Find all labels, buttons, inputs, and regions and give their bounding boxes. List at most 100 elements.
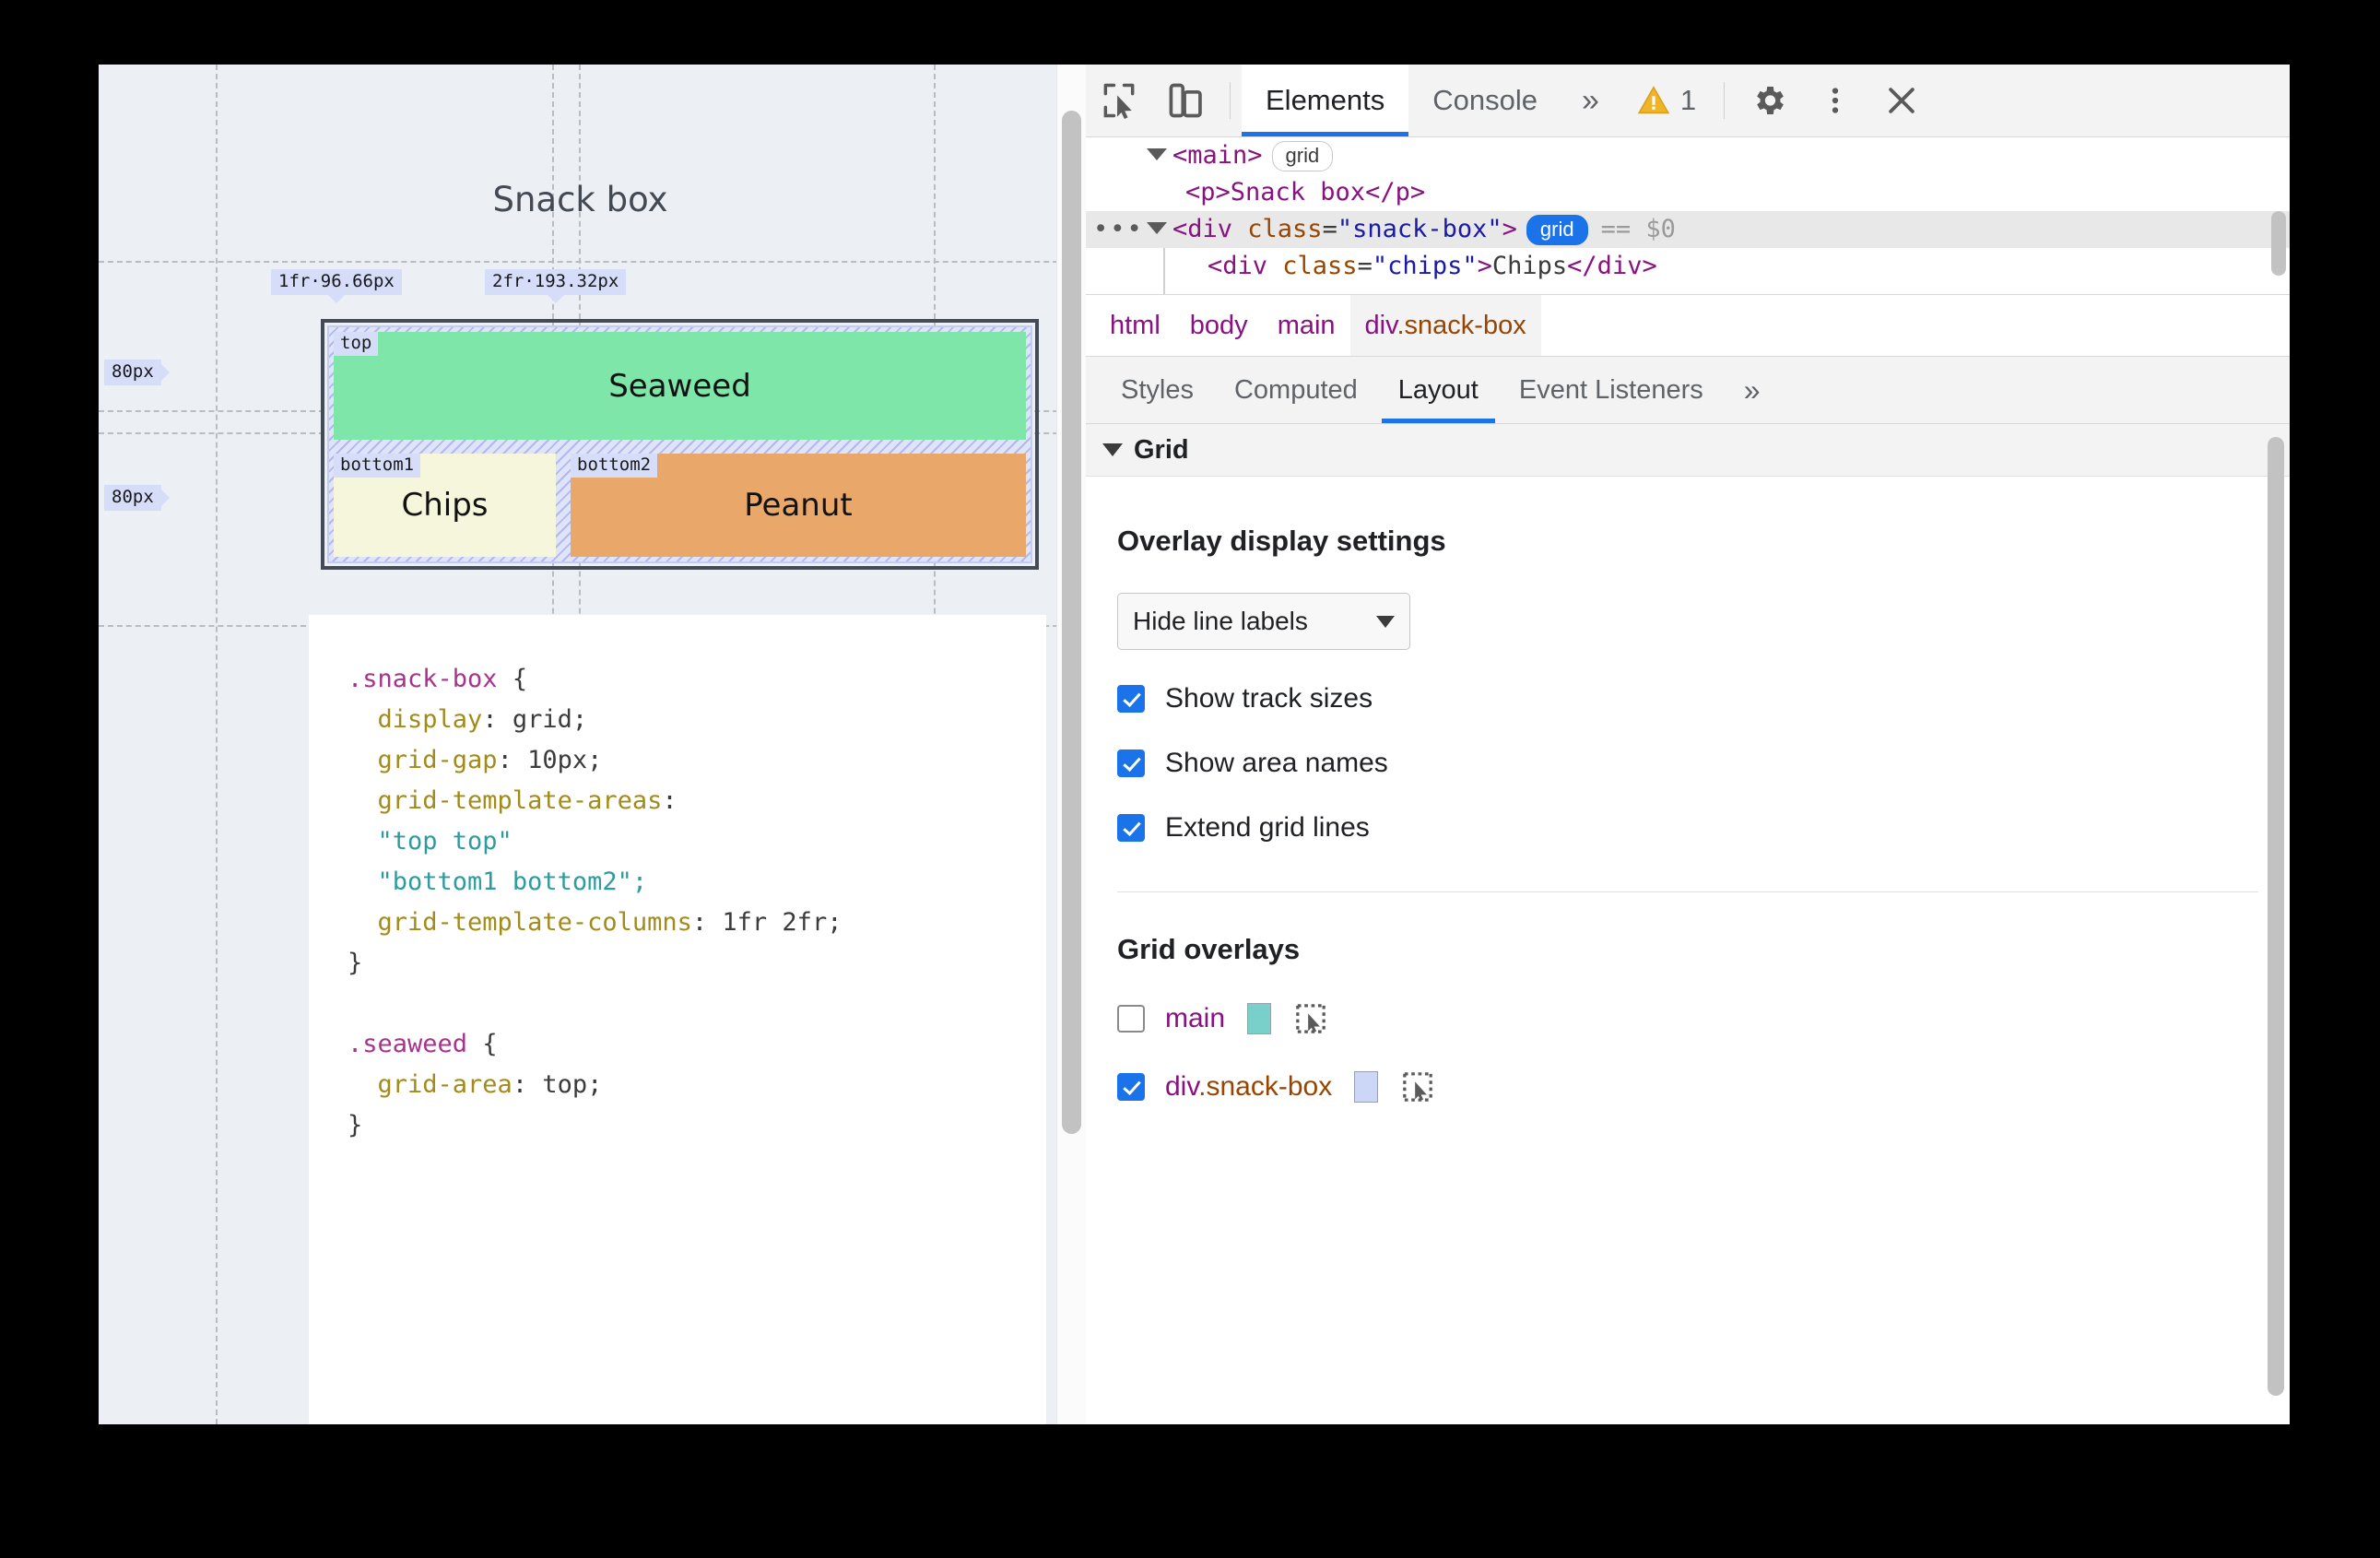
sidebar-tabs: Styles Computed Layout Event Listeners » [1086, 357, 2290, 424]
tab-console[interactable]: Console [1408, 65, 1561, 136]
breadcrumb-item-main[interactable]: main [1263, 295, 1350, 356]
tab-styles[interactable]: Styles [1101, 357, 1214, 423]
dom-closetag-chips: </div> [1567, 252, 1657, 280]
tab-layout[interactable]: Layout [1378, 357, 1499, 423]
overlay-main-color-swatch[interactable] [1247, 1003, 1272, 1034]
inspect-element-icon[interactable] [1086, 67, 1152, 134]
grid-section-header[interactable]: Grid [1086, 424, 2290, 477]
overlay-main-label: main [1165, 1003, 1226, 1033]
css-prop-columns: grid-template-columns [377, 908, 692, 937]
dom-tag-div: <div [1172, 215, 1248, 243]
css-value-display: grid; [512, 705, 588, 734]
expand-triangle-icon[interactable] [1147, 148, 1167, 160]
devtools-panel: Elements Console » 1 <main> grid <p>Snac… [1086, 65, 2290, 1424]
more-sidebar-tabs-chevron-icon[interactable]: » [1724, 357, 1781, 423]
dom-gt-chips: > [1477, 252, 1492, 280]
device-toolbar-icon[interactable] [1152, 67, 1219, 134]
css-selector-snackbox: .snack-box [348, 665, 498, 693]
grid-overlays-block: Grid overlays main div.snack-box [1086, 892, 2290, 1103]
overlay-snackbox-select-element-icon[interactable] [1402, 1071, 1433, 1103]
dom-row-p[interactable]: <p>Snack box</p> [1086, 174, 2290, 211]
grid-cell-seaweed-text: Seaweed [608, 367, 751, 405]
checkbox-area-names-box[interactable] [1117, 749, 1145, 777]
extended-grid-line-vertical [216, 65, 218, 1424]
grid-cell-peanut-text: Peanut [744, 487, 853, 524]
warning-count: 1 [1679, 84, 1697, 116]
css-code-card: .snack-box { display: grid; grid-gap: 10… [309, 615, 1046, 1424]
area-name-badge-bottom1: bottom1 [334, 454, 421, 478]
tab-event-listeners[interactable]: Event Listeners [1499, 357, 1724, 423]
dom-attr-eq-chips: = [1357, 252, 1373, 280]
overlay-main-checkbox[interactable] [1117, 1005, 1145, 1033]
chevron-down-icon[interactable] [1102, 443, 1123, 456]
dom-attr-class-chips: class [1282, 252, 1358, 280]
page-title: Snack box [492, 180, 668, 219]
layout-pane-scrollbar-thumb[interactable] [2268, 437, 2284, 1396]
tab-styles-label: Styles [1121, 374, 1194, 405]
track-size-label-row2: 80px [104, 485, 170, 511]
overlay-snackbox-tag: div [1165, 1071, 1199, 1102]
dom-attr-eq: = [1322, 215, 1337, 243]
toolbar-divider [1230, 82, 1231, 119]
page-vertical-scrollbar[interactable] [1056, 65, 1087, 1424]
kebab-menu-icon[interactable] [1802, 67, 1868, 134]
expand-triangle-icon-2[interactable] [1147, 222, 1167, 234]
checkbox-area-names-label: Show area names [1165, 748, 1388, 778]
page-scrollbar-thumb[interactable] [1062, 111, 1081, 1134]
dom-guide-line [1163, 248, 1165, 294]
dom-row-ellipsis-icon[interactable]: ••• [1093, 211, 1144, 248]
dom-row-chips[interactable]: <div class="chips">Chips</div> [1086, 248, 2290, 285]
overlay-snackbox-label: div.snack-box [1165, 1071, 1332, 1103]
track-size-label-row1: 80px [104, 360, 170, 385]
checkbox-show-area-names[interactable]: Show area names [1117, 748, 2290, 779]
dom-row-main[interactable]: <main> grid [1086, 137, 2290, 174]
dom-text-chips: Chips [1491, 252, 1568, 280]
checkbox-track-sizes-box[interactable] [1117, 685, 1145, 713]
dom-p-line: <p>Snack box</p> [1185, 178, 1426, 207]
page-viewport: Snack box Seaweed Chips Peanut top botto… [99, 65, 1086, 1424]
grid-cell-seaweed: Seaweed [334, 332, 1026, 440]
overlay-snackbox-checkbox[interactable] [1117, 1073, 1145, 1101]
close-icon[interactable] [1868, 67, 1935, 134]
tab-elements[interactable]: Elements [1242, 65, 1409, 136]
css-areas-line-1: "top top" [377, 827, 513, 856]
gear-icon[interactable] [1736, 67, 1802, 134]
breadcrumb-item-html[interactable]: html [1095, 295, 1175, 356]
more-tabs-chevron-icon[interactable]: » [1561, 65, 1620, 136]
css-prop-display: display [377, 705, 483, 734]
dom-tree[interactable]: <main> grid <p>Snack box</p> ••• <div clas… [1086, 137, 2290, 295]
css-brace-open-1: { [512, 665, 528, 693]
dom-row-snackbox[interactable]: ••• <div class="snack-box"> grid == $0 [1086, 211, 2290, 248]
css-areas-line-2: "bottom1 bottom2"; [377, 868, 648, 896]
overlay-main-select-element-icon[interactable] [1295, 1003, 1326, 1034]
css-prop-areas: grid-template-areas [377, 786, 663, 815]
checkbox-show-track-sizes[interactable]: Show track sizes [1117, 683, 2290, 714]
dom-tree-scrollbar-thumb[interactable] [2271, 211, 2286, 276]
chevron-down-icon-select [1376, 615, 1395, 628]
grid-overlay-row-main[interactable]: main [1117, 1003, 2290, 1034]
warning-indicator[interactable]: 1 [1620, 65, 1713, 136]
grid-overlays-title: Grid overlays [1117, 933, 1301, 965]
track-size-label-col1: 1fr·96.66px [271, 269, 402, 303]
css-prop-gridarea: grid-area [377, 1070, 513, 1099]
toolbar-divider-2 [1724, 82, 1726, 119]
grid-overlay-row-snackbox[interactable]: div.snack-box [1117, 1071, 2290, 1103]
line-labels-select[interactable]: Hide line labels [1117, 593, 1410, 650]
warning-triangle-icon [1637, 86, 1670, 114]
track-size-label-col2: 2fr·193.32px [485, 269, 627, 303]
breadcrumb-item-body[interactable]: body [1175, 295, 1263, 356]
breadcrumb-item-div-snackbox[interactable]: div.snack-box [1349, 295, 1541, 356]
dom-selected-ref: == $0 [1600, 215, 1676, 243]
grid-badge-snackbox[interactable]: grid [1526, 214, 1588, 246]
grid-badge-main[interactable]: grid [1271, 140, 1334, 172]
checkbox-extend-grid-lines[interactable]: Extend grid lines [1117, 812, 2290, 844]
checkbox-extend-lines-box[interactable] [1117, 814, 1145, 842]
screenshot-root: Snack box Seaweed Chips Peanut top botto… [0, 0, 2380, 1558]
extended-grid-line-horizontal [99, 261, 1086, 263]
overlay-snackbox-color-swatch[interactable] [1354, 1071, 1379, 1103]
layout-pane-scrollbar[interactable] [2268, 431, 2284, 1418]
tab-computed[interactable]: Computed [1214, 357, 1378, 423]
tab-elements-label: Elements [1266, 84, 1385, 116]
dom-tree-scrollbar[interactable] [2271, 137, 2286, 294]
tab-layout-label: Layout [1397, 374, 1479, 405]
